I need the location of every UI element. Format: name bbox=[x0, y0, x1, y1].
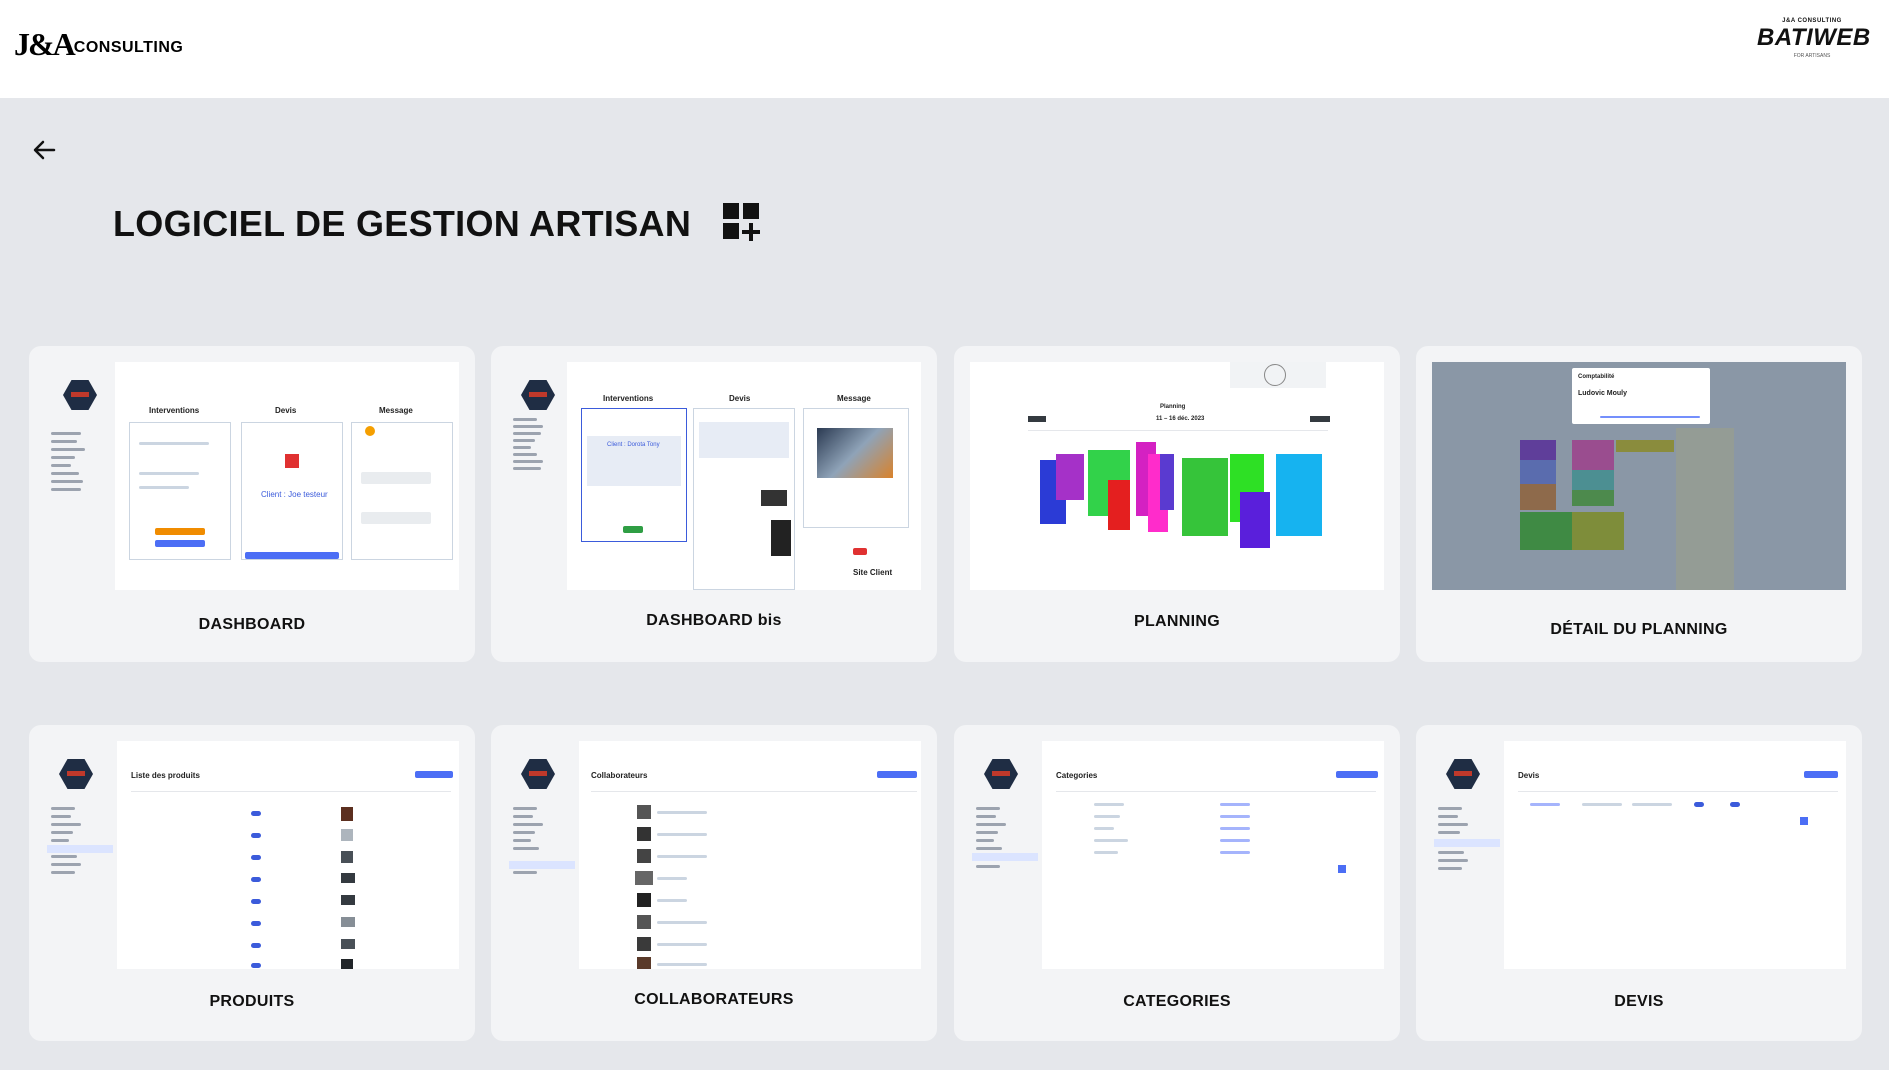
card-categories[interactable]: Categories CATEGORIES bbox=[954, 725, 1400, 1041]
produits-thumbnail: Liste des produits bbox=[45, 741, 459, 969]
collaborateurs-thumbnail: Collaborateurs bbox=[507, 741, 921, 969]
thumb-bis-devis: Devis bbox=[729, 394, 751, 403]
thumb-produits-title: Liste des produits bbox=[131, 771, 200, 780]
top-header: J&A CONSULTING J&A CONSULTING BATIWEB FO… bbox=[0, 0, 1889, 98]
card-dashboard[interactable]: Interventions Devis Message Client : Joe… bbox=[29, 346, 475, 662]
thumb-devis-title: Devis bbox=[1518, 771, 1540, 780]
card-devis-label: DEVIS bbox=[1614, 993, 1664, 1010]
card-produits[interactable]: Liste des produits PRODUITS bbox=[29, 725, 475, 1041]
card-planning[interactable]: Planning 11 – 16 déc. 2023 PLANNING bbox=[954, 346, 1400, 662]
batiweb-logo-tiny: FOR ARTISANS bbox=[1793, 52, 1831, 59]
card-collaborateurs[interactable]: Collaborateurs COLLABORATEURS bbox=[491, 725, 937, 1041]
logo-ja-text: J&A bbox=[14, 26, 76, 62]
arrow-left-icon bbox=[33, 140, 56, 160]
thumb-planning-range: 11 – 16 déc. 2023 bbox=[1156, 416, 1205, 422]
page-title: LOGICIEL DE GESTION ARTISAN bbox=[113, 203, 692, 244]
ja-consulting-logo[interactable]: J&A CONSULTING bbox=[14, 28, 183, 60]
thumb-bis-message: Message bbox=[837, 394, 871, 403]
card-dashboard-bis[interactable]: Interventions Devis Message Client : Dor… bbox=[491, 346, 937, 662]
card-dashboard-label: DASHBOARD bbox=[198, 616, 306, 633]
thumb-popup-title: Comptabilité bbox=[1578, 374, 1615, 380]
thumb-bis-site: Site Client bbox=[853, 568, 893, 577]
thumb-categories-title: Categories bbox=[1056, 771, 1098, 780]
thumb-collab-title: Collaborateurs bbox=[591, 771, 648, 780]
thumb-client-label: Client : Joe testeur bbox=[261, 490, 328, 499]
card-dashboard-bis-label: DASHBOARD bis bbox=[646, 612, 782, 629]
categories-thumbnail: Categories bbox=[970, 741, 1384, 969]
planning-thumbnail: Planning 11 – 16 déc. 2023 bbox=[970, 362, 1384, 590]
card-planning-detail[interactable]: Comptabilité Ludovic Mouly DÉTAIL DU PLA… bbox=[1416, 346, 1862, 662]
card-planning-detail-label: DÉTAIL DU PLANNING bbox=[1550, 621, 1728, 638]
thumb-bis-interventions: Interventions bbox=[603, 394, 654, 403]
thumb-planning-title: Planning bbox=[1160, 404, 1186, 410]
devis-thumbnail: Devis bbox=[1432, 741, 1846, 969]
card-devis[interactable]: Devis DEVIS bbox=[1416, 725, 1862, 1041]
thumb-interventions-heading: Interventions bbox=[149, 406, 200, 415]
batiweb-logo-main: BATIWEB bbox=[1757, 24, 1871, 51]
card-produits-label: PRODUITS bbox=[209, 993, 295, 1010]
dashboard-bis-thumbnail: Interventions Devis Message Client : Dor… bbox=[507, 362, 921, 590]
card-collaborateurs-label: COLLABORATEURS bbox=[634, 991, 794, 1008]
dashboard-thumbnail: Interventions Devis Message Client : Joe… bbox=[45, 362, 459, 590]
thumb-bis-client: Client : Dorota Tony bbox=[607, 442, 660, 448]
batiweb-logo[interactable]: J&A CONSULTING BATIWEB FOR ARTISANS bbox=[1757, 18, 1871, 59]
card-categories-label: CATEGORIES bbox=[1123, 993, 1231, 1010]
back-button[interactable] bbox=[30, 136, 58, 164]
planning-detail-thumbnail: Comptabilité Ludovic Mouly bbox=[1432, 362, 1846, 590]
thumb-message-heading: Message bbox=[379, 406, 413, 415]
card-planning-label: PLANNING bbox=[1134, 613, 1220, 630]
thumb-popup-name: Ludovic Mouly bbox=[1578, 390, 1627, 397]
logo-consulting-text: CONSULTING bbox=[73, 39, 184, 56]
thumb-devis-heading: Devis bbox=[275, 406, 297, 415]
grid-plus-icon[interactable] bbox=[721, 201, 763, 243]
